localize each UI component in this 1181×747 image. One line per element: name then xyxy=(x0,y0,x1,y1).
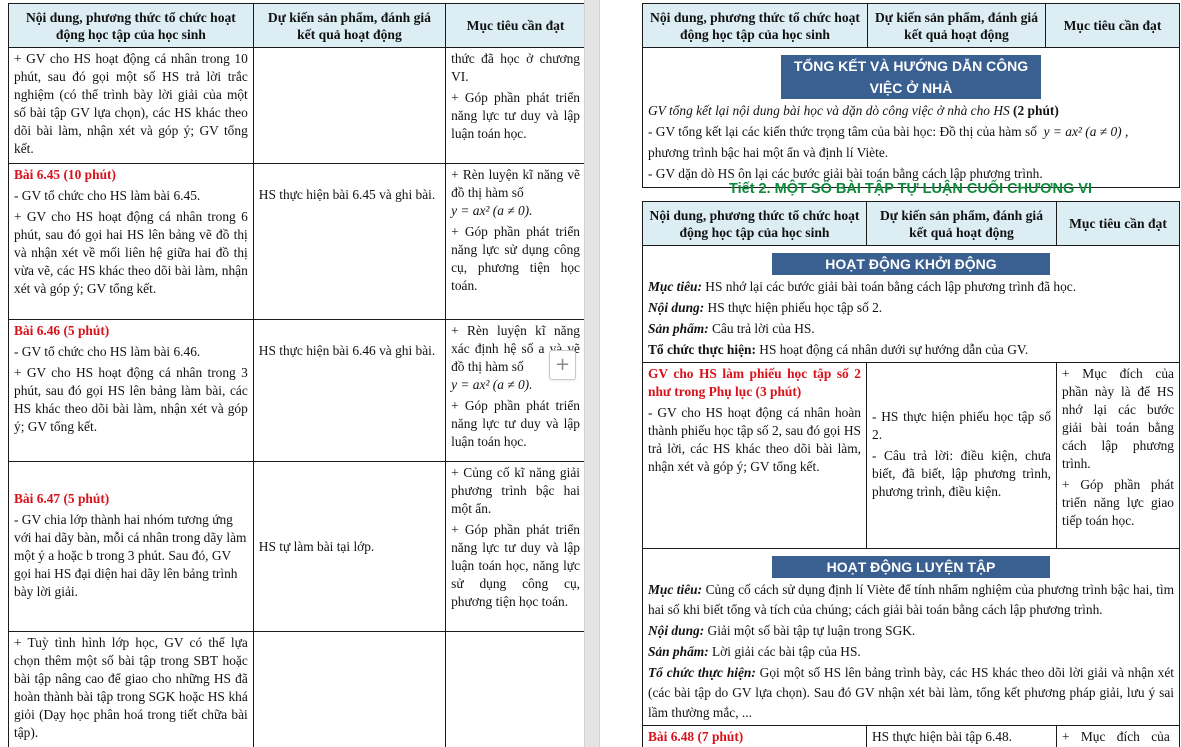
cell-product: HS thực hiện bài tập 6.48. xyxy=(866,725,1057,747)
cell-objective xyxy=(445,631,584,747)
lesson-plan-table-left: Nội dung, phương thức tổ chức hoạt động … xyxy=(8,3,584,747)
header-product: Dự kiến sản phẩm, đánh giá kết quả hoạt … xyxy=(252,3,447,48)
cell-content: GV cho HS làm phiếu học tập số 2 như tro… xyxy=(642,362,867,549)
header-product: Dự kiến sản phẩm, đánh giá kết quả hoạt … xyxy=(867,3,1046,48)
warmup-intro-row: HOẠT ĐỘNG KHỞI ĐỘNG Mục tiêu: HS nhớ lại… xyxy=(642,245,1180,363)
header-objective: Mục tiêu cần đạt xyxy=(1045,3,1180,48)
lesson-plan-table-summary: Nội dung, phương thức tổ chức hoạt động … xyxy=(642,3,1180,188)
table-row: Bài 6.47 (5 phút) - GV chia lớp thành ha… xyxy=(8,461,584,632)
document-page-left: Nội dung, phương thức tổ chức hoạt động … xyxy=(0,0,584,747)
activity-title: GV cho HS làm phiếu học tập số 2 như tro… xyxy=(648,366,861,399)
page-gutter xyxy=(584,0,600,747)
lesson-plan-table-period-2: Nội dung, phương thức tổ chức hoạt động … xyxy=(642,201,1180,747)
cell-product: HS thực hiện bài 6.45 và ghi bài. xyxy=(252,163,447,320)
table-row: + Tuỳ tình hình lớp học, GV có thể lựa c… xyxy=(8,631,584,747)
table-row: Bài 6.46 (5 phút) - GV tổ chức cho HS là… xyxy=(8,319,584,462)
exercise-title: Bài 6.47 (5 phút) xyxy=(14,490,110,506)
exercise-title: Bài 6.46 (5 phút) xyxy=(14,323,110,338)
header-content: Nội dung, phương thức tổ chức hoạt động … xyxy=(642,3,868,48)
cell-objective: + Mục đích của phần này là để HS nhớ lại… xyxy=(1056,362,1180,549)
header-content: Nội dung, phương thức tổ chức hoạt động … xyxy=(8,3,254,48)
practice-intro-cell: HOẠT ĐỘNG LUYỆN TẬP Mục tiêu: Củng cố cá… xyxy=(642,548,1180,726)
lesson-section-title: Tiết 2. MỘT SỐ BÀI TẬP TỰ LUẬN CUỐI CHƯƠ… xyxy=(729,181,1092,197)
header-content: Nội dung, phương thức tổ chức hoạt động … xyxy=(642,201,867,246)
header-product: Dự kiến sản phẩm, đánh giá kết quả hoạt … xyxy=(866,201,1057,246)
cell-product: HS thực hiện bài 6.46 và ghi bài. xyxy=(252,319,447,462)
cell-content: Bài 6.47 (5 phút) - GV chia lớp thành ha… xyxy=(8,461,254,632)
summary-cell: TỔNG KẾT VÀ HƯỚNG DẪN CÔNG VIỆC Ở NHÀ GV… xyxy=(642,47,1180,188)
practice-intro-row: HOẠT ĐỘNG LUYỆN TẬP Mục tiêu: Củng cố cá… xyxy=(642,548,1180,726)
exercise-title: Bài 6.48 (7 phút) xyxy=(642,725,867,747)
formula: y = ax² (a ≠ 0). xyxy=(451,377,533,392)
cell-objective: + Củng cố kĩ năng giải phương trình bậc … xyxy=(445,461,584,632)
cell-product xyxy=(252,47,447,164)
cell-objective: + Mục đích của xyxy=(1056,725,1180,747)
table-header-row: Nội dung, phương thức tổ chức hoạt động … xyxy=(642,201,1180,246)
cell-content: Bài 6.46 (5 phút) - GV tổ chức cho HS là… xyxy=(8,319,254,462)
section-banner-warmup: HOẠT ĐỘNG KHỞI ĐỘNG xyxy=(772,253,1050,275)
table-header-row: Nội dung, phương thức tổ chức hoạt động … xyxy=(8,3,584,48)
section-banner-practice: HOẠT ĐỘNG LUYỆN TẬP xyxy=(772,556,1050,578)
table-header-row: Nội dung, phương thức tổ chức hoạt động … xyxy=(642,3,1180,48)
summary-row: TỔNG KẾT VÀ HƯỚNG DẪN CÔNG VIỆC Ở NHÀ GV… xyxy=(642,47,1180,188)
cell-objective: thức đã học ở chương VI. + Góp phần phát… xyxy=(445,47,584,164)
cell-content: + GV cho HS hoạt động cá nhân trong 10 p… xyxy=(8,47,254,164)
formula: y = ax² (a ≠ 0). xyxy=(451,203,533,218)
warmup-intro-cell: HOẠT ĐỘNG KHỞI ĐỘNG Mục tiêu: HS nhớ lại… xyxy=(642,245,1180,363)
cell-content: Bài 6.45 (10 phút) - GV tổ chức cho HS l… xyxy=(8,163,254,320)
table-row: Bài 6.45 (10 phút) - GV tổ chức cho HS l… xyxy=(8,163,584,320)
table-row: GV cho HS làm phiếu học tập số 2 như tro… xyxy=(642,362,1180,549)
table-row: Bài 6.48 (7 phút) HS thực hiện bài tập 6… xyxy=(642,725,1180,747)
cell-objective: + Rèn luyện kĩ năng vẽ đồ thị hàm số y = … xyxy=(445,163,584,320)
cell-product xyxy=(252,631,447,747)
table-row: + GV cho HS hoạt động cá nhân trong 10 p… xyxy=(8,47,584,164)
document-page-right: Nội dung, phương thức tổ chức hoạt động … xyxy=(600,0,1181,747)
cell-product: - HS thực hiện phiếu học tập số 2. - Câu… xyxy=(866,362,1057,549)
section-banner-summary: TỔNG KẾT VÀ HƯỚNG DẪN CÔNG VIỆC Ở NHÀ xyxy=(781,55,1041,99)
formula: y = ax² (a ≠ 0) , xyxy=(1043,124,1129,139)
cell-objective: + Rèn luyện kĩ năng xác định hệ số a và … xyxy=(445,319,584,462)
exercise-title: Bài 6.45 (10 phút) xyxy=(14,167,116,182)
header-objective: Mục tiêu cần đạt xyxy=(1056,201,1180,246)
header-objective: Mục tiêu cần đạt xyxy=(445,3,584,48)
add-page-button[interactable]: + xyxy=(549,350,576,380)
cell-content: + Tuỳ tình hình lớp học, GV có thể lựa c… xyxy=(8,631,254,747)
cell-product: HS tự làm bài tại lớp. xyxy=(252,461,447,632)
